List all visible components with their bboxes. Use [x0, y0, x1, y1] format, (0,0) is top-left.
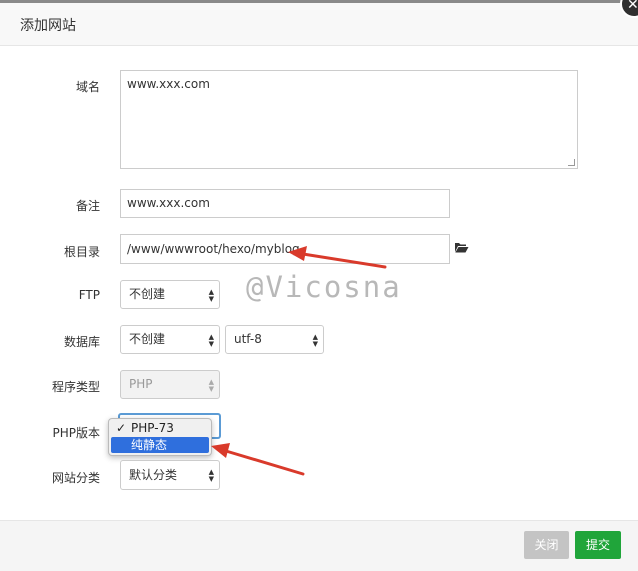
dialog-footer: 关闭 提交 — [0, 520, 638, 571]
close-button[interactable]: 关闭 — [524, 531, 569, 559]
annotation-arrows — [211, 246, 387, 476]
annotation-arrow-static — [211, 443, 305, 476]
add-website-dialog: 添加网站 ✕ 域名 www.xxx.com 备注 www.xxx.com 根目录… — [0, 0, 638, 571]
annotation-arrow-root — [288, 246, 387, 269]
submit-button[interactable]: 提交 — [575, 531, 621, 559]
